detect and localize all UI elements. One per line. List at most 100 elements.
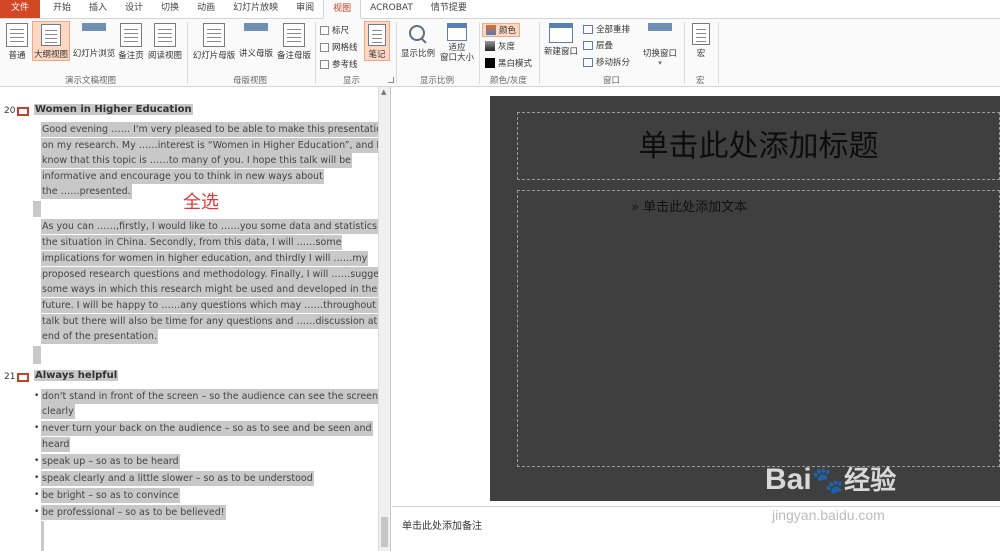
cascade-button[interactable]: 层叠 [583,39,613,51]
ruler-checkbox[interactable]: 标尺 [320,24,349,36]
notes-toggle-button[interactable]: 笔记 [364,21,390,61]
scrollbar-thumb[interactable] [381,517,388,547]
tab-design[interactable]: 设计 [116,0,152,18]
outline-bullet-line[interactable]: heard [41,437,71,452]
group-label-macros: 宏 [696,76,705,86]
bullet-icon: » [631,200,639,215]
tab-home[interactable]: 开始 [44,0,80,18]
outline-text-line[interactable]: know that this topic is ……to many of you… [41,153,353,168]
watermark-url: jingyan.baidu.com [772,507,885,523]
macros-button[interactable]: 宏 [688,23,714,59]
outline-text-line[interactable]: some ways in which this research might b… [41,282,379,297]
group-separator [539,22,540,84]
chevron-down-icon: ▾ [658,59,662,67]
gridlines-checkbox[interactable]: 网格线 [320,41,358,53]
title-placeholder[interactable]: 单击此处添加标题 [517,112,1000,180]
tab-acrobat[interactable]: ACROBAT [361,0,422,18]
outline-text-line[interactable]: on my research. My ……interest is “Women … [41,138,381,153]
new-window-button[interactable]: 新建窗口 [543,23,579,57]
tab-view[interactable]: 视图 [323,0,362,19]
outline-bullet-line[interactable]: clearly [41,404,75,419]
annotation-select-all: 全选 [183,192,219,213]
tab-file[interactable]: 文件 [0,0,40,18]
scroll-up-icon[interactable]: ▲ [381,89,388,96]
outline-text-line[interactable]: the situation in China. Secondly, from t… [41,235,343,250]
reading-view-button[interactable]: 阅读视图 [146,23,184,61]
switch-windows-button[interactable]: 切换窗口 ▾ [641,23,679,67]
notes-master-button[interactable]: 备注母版 [275,23,313,61]
reading-view-label: 阅读视图 [147,51,182,61]
tab-review[interactable]: 审阅 [287,0,323,18]
outline-text-line[interactable]: talk but there will also be time for any… [41,314,390,329]
group-label-window: 窗口 [603,76,621,86]
outline-scrollbar[interactable]: ▲ [378,87,390,551]
slide-master-button[interactable]: 幻灯片母版 [191,23,237,61]
tab-transitions[interactable]: 切换 [152,0,188,18]
slide-canvas[interactable]: 单击此处添加标题 » 单击此处添加文本 Bai🐾经验 [490,96,1000,501]
tab-slideshow[interactable]: 幻灯片放映 [224,0,287,18]
bullet-icon: • [34,391,40,401]
show-dialog-launcher-icon[interactable] [388,77,394,83]
notes-pane[interactable]: 单击此处添加备注 [392,506,1000,551]
group-separator [718,22,719,84]
outline-bullet-line[interactable]: be bright – so as to convince [41,488,180,503]
slide-sorter-button[interactable]: 幻灯片浏览 [72,23,116,59]
outline-bullet-line[interactable]: speak clearly and a little slower – so a… [41,471,314,486]
move-split-button[interactable]: 移动拆分 [583,56,630,68]
tab-storyboard[interactable]: 情节提要 [422,0,476,18]
tab-animations[interactable]: 动画 [188,0,224,18]
zoom-button[interactable]: 显示比例 [400,23,436,59]
tab-insert[interactable]: 插入 [80,0,116,18]
outline-text-line[interactable]: end of the presentation. [41,329,158,344]
arrange-all-icon [583,24,593,34]
group-label-presentation-views: 演示文稿视图 [65,76,117,86]
outline-slide-title[interactable]: Always helpful [34,370,119,381]
body-placeholder[interactable]: » 单击此处添加文本 [517,190,1000,467]
notes-master-label: 备注母版 [276,51,311,61]
outline-pane[interactable]: 20 Women in Higher Education Good evenin… [0,87,391,551]
slide-editing-pane: 单击此处添加标题 » 单击此处添加文本 Bai🐾经验 单击此处添加备注 jing… [392,87,1000,551]
checkbox-icon [320,25,329,35]
outline-view-button[interactable]: 大纲视图 [32,21,70,61]
move-split-label: 移动拆分 [596,58,631,68]
outline-bullet-line[interactable]: don't stand in front of the screen – so … [41,389,380,404]
outline-slide-title[interactable]: Women in Higher Education [34,104,193,115]
black-white-label: 黑白模式 [498,59,533,69]
fit-to-window-button[interactable]: 适应 窗口大小 [438,23,476,63]
outline-bullet-line[interactable]: be professional – so as to be believed! [41,505,226,520]
watermark-brand-text-2: 经验 [844,466,897,496]
outline-bullet-line[interactable]: never turn your back on the audience – s… [41,421,373,436]
notes-placeholder: 单击此处添加备注 [402,521,482,532]
outline-text-line[interactable]: implications for women in higher educati… [41,251,369,266]
notes-page-icon [120,23,142,47]
slide-icon[interactable] [17,373,29,382]
new-window-label: 新建窗口 [543,47,578,57]
bullet-icon: • [34,423,40,433]
outline-text-line[interactable]: the ……presented. [41,184,132,199]
black-white-button[interactable]: 黑白模式 [485,57,532,69]
normal-view-button[interactable]: 普通 [4,23,30,61]
group-separator [684,22,685,84]
magnifier-icon [407,23,429,45]
outline-text-line[interactable]: future. I will be happy to ……any questio… [41,298,390,313]
grayscale-button[interactable]: 灰度 [485,40,515,52]
grayscale-swatch-icon [485,41,495,51]
outline-text-line[interactable]: Good evening …… I'm very pleased to be a… [41,122,389,137]
ribbon: 普通 大纲视图 幻灯片浏览 备注页 阅读视图 演示文稿视图 幻灯片母版 讲义母版… [0,19,1000,87]
watermark-brand: Bai🐾经验 [765,460,896,497]
outline-text-line[interactable]: informative and encourage you to think i… [41,169,324,184]
color-button[interactable]: 颜色 [482,23,521,37]
slide-icon[interactable] [17,107,29,116]
guides-checkbox[interactable]: 参考线 [320,58,358,70]
slide-sorter-label: 幻灯片浏览 [72,49,116,59]
outline-bullet-line[interactable]: speak up – so as to be heard [41,454,180,469]
handout-master-button[interactable]: 讲义母版 [237,23,275,59]
slide-number: 21 [4,372,16,382]
outline-text-line[interactable]: As you can ……,firstly, I would like to …… [41,219,390,234]
outline-text-line[interactable]: proposed research questions and methodol… [41,267,389,282]
group-label-color: 颜色/灰度 [490,76,527,86]
ruler-label: 标尺 [332,26,350,36]
notes-page-button[interactable]: 备注页 [116,23,146,61]
arrange-all-button[interactable]: 全部重排 [583,23,630,35]
notes-icon [368,24,386,46]
